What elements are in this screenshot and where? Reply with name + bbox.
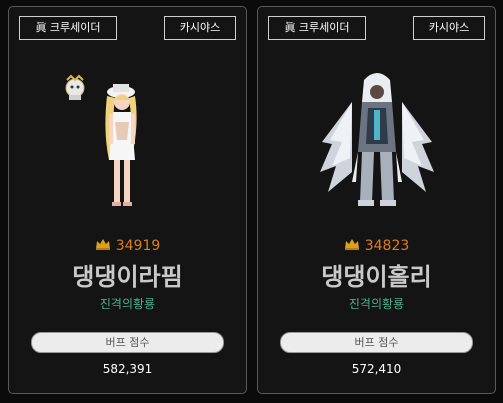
buff-score-value: 582,391 [102, 362, 153, 376]
fame-value: 34823 [364, 238, 410, 254]
female-character-icon [104, 84, 137, 206]
character-card[interactable]: 眞 크루세이더 카시야스 [8, 6, 247, 394]
buff-score-button[interactable]: 버프 점수 [31, 332, 224, 353]
fame-score: 34919 [9, 237, 246, 255]
server-tag: 카시야스 [164, 16, 236, 40]
pet-icon [65, 74, 84, 100]
character-avatar [302, 62, 452, 217]
character-card[interactable]: 眞 크루세이더 카시야스 [257, 6, 496, 394]
guild-name: 진격의황룡 [99, 297, 156, 311]
crown-icon [95, 237, 111, 251]
crown-icon [344, 237, 360, 251]
character-name[interactable]: 댕댕이홀리 [258, 261, 495, 293]
server-tag: 카시야스 [413, 16, 485, 40]
character-name[interactable]: 댕댕이라핌 [9, 261, 246, 293]
character-avatar [53, 62, 203, 217]
job-tag: 眞 크루세이더 [268, 16, 366, 40]
job-tag: 眞 크루세이더 [19, 16, 117, 40]
buff-score-value: 572,410 [351, 362, 402, 376]
character-card-grid: 眞 크루세이더 카시야스 34919 댕댕이라핌 진격의황룡 버프 점수 582… [0, 0, 503, 403]
buff-score-button[interactable]: 버프 점수 [280, 332, 473, 353]
male-character-icon [319, 73, 434, 206]
fame-score: 34823 [258, 237, 495, 255]
fame-value: 34919 [115, 238, 161, 254]
guild-name: 진격의황룡 [348, 297, 405, 311]
